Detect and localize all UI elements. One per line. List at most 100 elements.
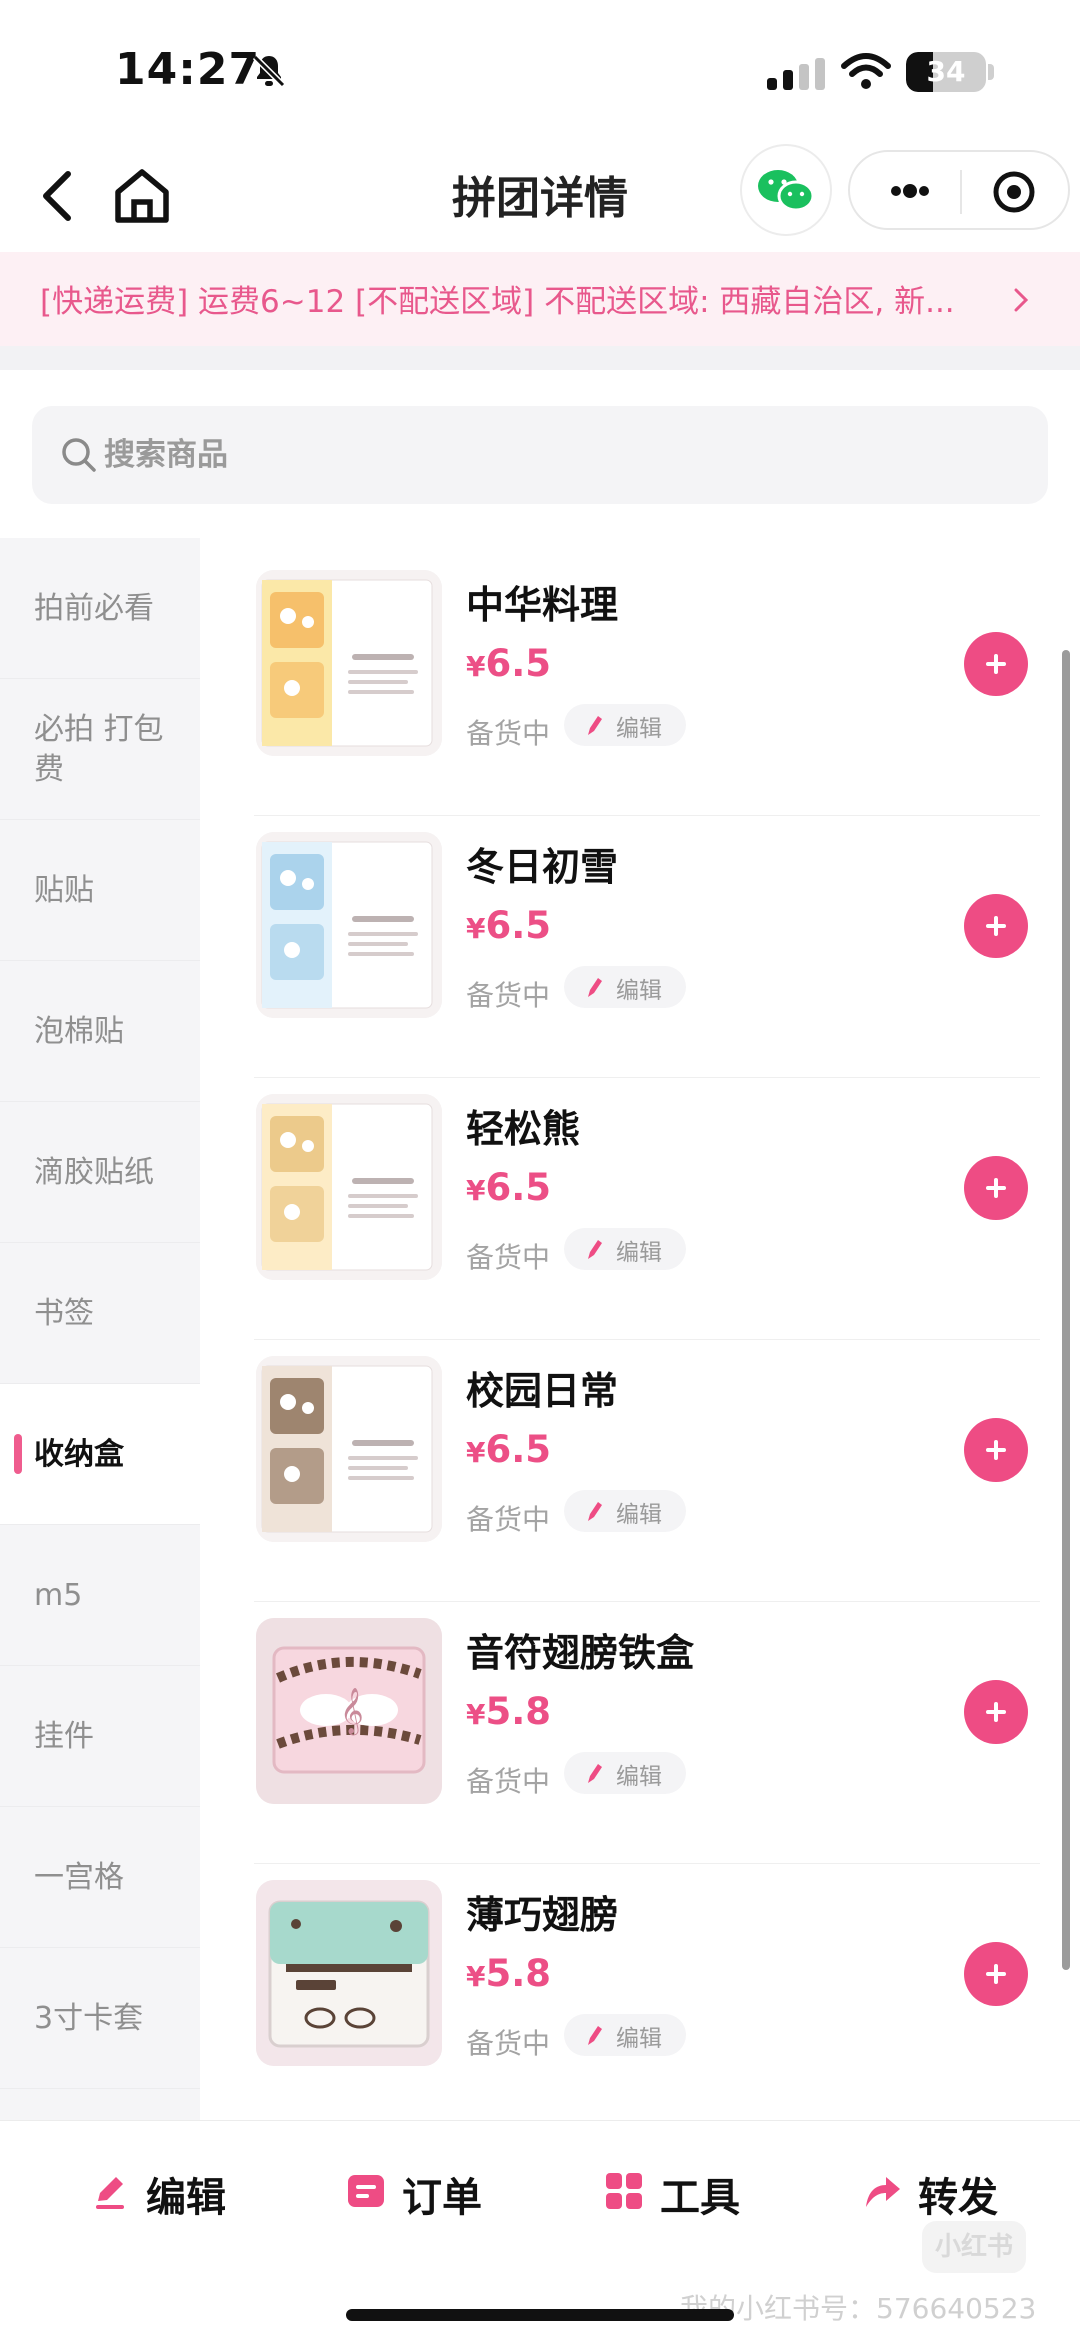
pencil-icon: [588, 1240, 602, 1259]
product-price: ¥6.5: [466, 1428, 551, 1471]
orders-tab[interactable]: 订单: [346, 2161, 496, 2221]
product-image[interactable]: [256, 570, 442, 756]
product-name: 薄巧翅膀: [466, 1893, 619, 1937]
product-price: ¥6.5: [466, 1166, 551, 1209]
tools-tab[interactable]: 工具: [604, 2161, 754, 2221]
product-item[interactable]: 冬日初雪 ¥6.5 备货中 编辑: [254, 816, 1040, 1078]
page: 14:27 34 拼团详情 [快递运费] 运费6~12 [不配送区域] 不配送区…: [0, 0, 1080, 2341]
price-value: 5.8: [485, 1952, 552, 1995]
currency-symbol: ¥: [466, 650, 486, 683]
sidebar-item-label: 3寸卡套: [34, 2000, 144, 2036]
product-image[interactable]: [256, 832, 442, 1018]
currency-symbol: ¥: [466, 1960, 486, 1993]
sidebar-item[interactable]: 挂件: [0, 1666, 200, 1807]
product-item[interactable]: 𝄞 音符翅膀铁盒 ¥5.8 备货中 编辑: [254, 1602, 1040, 1864]
sidebar-item-label: 拍前必看: [34, 590, 154, 626]
search-input[interactable]: [104, 406, 1004, 504]
add-to-cart-button[interactable]: [964, 1418, 1028, 1482]
share-tab[interactable]: 转发: [862, 2161, 1012, 2221]
product-name: 轻松熊: [466, 1107, 581, 1151]
currency-symbol: ¥: [466, 912, 486, 945]
sidebar-item[interactable]: 滴胶贴纸: [0, 1102, 200, 1243]
sidebar-item[interactable]: 书签: [0, 1243, 200, 1384]
pencil-icon: [588, 1502, 602, 1521]
edit-product-button[interactable]: 编辑: [564, 1228, 686, 1270]
wechat-share-button[interactable]: [742, 146, 830, 234]
product-item[interactable]: 中华料理 ¥6.5 备货中 编辑: [254, 554, 1040, 816]
edit-product-label: 编辑: [616, 716, 662, 742]
currency-symbol: ¥: [466, 1698, 486, 1731]
add-to-cart-button[interactable]: [964, 1942, 1028, 2006]
section-divider: [0, 346, 1080, 370]
sidebar-item[interactable]: 必拍 打包费: [0, 679, 200, 820]
sidebar-item-label: 收纳盒: [34, 1436, 124, 1472]
add-to-cart-button[interactable]: [964, 1680, 1028, 1744]
sidebar-item[interactable]: 收纳盒: [0, 1384, 200, 1525]
battery-level: 34: [926, 55, 966, 88]
add-to-cart-button[interactable]: [964, 632, 1028, 696]
sidebar-item[interactable]: 贴贴: [0, 820, 200, 961]
add-to-cart-button[interactable]: [964, 894, 1028, 958]
shipping-notice-banner[interactable]: [快递运费] 运费6~12 [不配送区域] 不配送区域: 西藏自治区, 新...: [0, 252, 1080, 346]
status-time: 14:27: [115, 44, 261, 95]
sidebar-item-label: 一宫格: [34, 1859, 124, 1895]
order-icon: [348, 2175, 384, 2207]
edit-product-button[interactable]: 编辑: [564, 966, 686, 1008]
watermark-text: 我的小红书号：576640523: [680, 2292, 1037, 2325]
sidebar-item[interactable]: 3寸卡套: [0, 1948, 200, 2089]
edit-product-button[interactable]: 编辑: [564, 1490, 686, 1532]
battery-cap: [988, 64, 994, 80]
search-bar[interactable]: [32, 406, 1048, 504]
home-button[interactable]: [110, 160, 174, 232]
pencil-icon: [96, 2177, 124, 2209]
sidebar-item[interactable]: m5: [0, 1525, 200, 1666]
mini-program-capsule: [848, 150, 1070, 230]
product-image[interactable]: [256, 1094, 442, 1280]
pencil-icon: [588, 978, 602, 997]
close-mini-program-button[interactable]: [976, 164, 1052, 220]
bell-muted-icon: [252, 54, 286, 88]
edit-product-label: 编辑: [616, 978, 662, 1004]
product-name: 音符翅膀铁盒: [466, 1631, 695, 1675]
edit-product-button[interactable]: 编辑: [564, 1752, 686, 1794]
product-price: ¥5.8: [466, 1690, 551, 1733]
tools-tab-label: 工具: [660, 2175, 740, 2221]
active-indicator: [14, 1434, 22, 1474]
product-image[interactable]: [256, 1356, 442, 1542]
edit-product-label: 编辑: [616, 1764, 662, 1790]
forward-arrow-icon: [866, 2177, 900, 2207]
wifi-icon: [841, 53, 891, 89]
capsule-divider: [960, 170, 962, 214]
edit-product-button[interactable]: 编辑: [564, 2014, 686, 2056]
page-title: 拼团详情: [452, 173, 628, 224]
edit-tab[interactable]: 编辑: [90, 2161, 240, 2221]
sidebar-item-label: m5: [34, 1577, 83, 1613]
product-item[interactable]: 轻松熊 ¥6.5 备货中 编辑: [254, 1078, 1040, 1340]
pencil-icon: [588, 716, 602, 735]
price-value: 6.5: [485, 1428, 552, 1471]
more-options-button[interactable]: [870, 166, 950, 216]
sidebar-item-label: 贴贴: [34, 872, 94, 908]
orders-tab-label: 订单: [402, 2175, 482, 2221]
scrollbar[interactable]: [1062, 650, 1070, 1970]
product-list: 中华料理 ¥6.5 备货中 编辑 冬日初雪 ¥6.5 备货中 编辑 轻松熊 ¥6…: [254, 554, 1040, 2120]
sidebar-item-label: 滴胶贴纸: [34, 1154, 154, 1190]
sidebar-item[interactable]: 泡棉贴: [0, 961, 200, 1102]
currency-symbol: ¥: [466, 1174, 486, 1207]
add-to-cart-button[interactable]: [964, 1156, 1028, 1220]
sidebar-item[interactable]: 一宫格: [0, 1807, 200, 1948]
product-image[interactable]: 𝄞: [256, 1618, 442, 1804]
home-indicator[interactable]: [346, 2309, 734, 2321]
stock-status: 备货中: [466, 979, 551, 1012]
product-image[interactable]: [256, 1880, 442, 2066]
edit-product-button[interactable]: 编辑: [564, 704, 686, 746]
product-item[interactable]: 校园日常 ¥6.5 备货中 编辑: [254, 1340, 1040, 1602]
product-item[interactable]: 薄巧翅膀 ¥5.8 备货中 编辑: [254, 1864, 1040, 2120]
sidebar-item[interactable]: 拍前必看: [0, 538, 200, 679]
pencil-icon: [588, 1764, 602, 1783]
back-button[interactable]: [30, 160, 86, 232]
sidebar-item-label: 书签: [34, 1295, 94, 1331]
nav-bar: 拼团详情: [0, 140, 1080, 252]
stock-status: 备货中: [466, 2027, 551, 2060]
shipping-notice-text: [快递运费] 运费6~12 [不配送区域] 不配送区域: 西藏自治区, 新...: [40, 284, 955, 320]
